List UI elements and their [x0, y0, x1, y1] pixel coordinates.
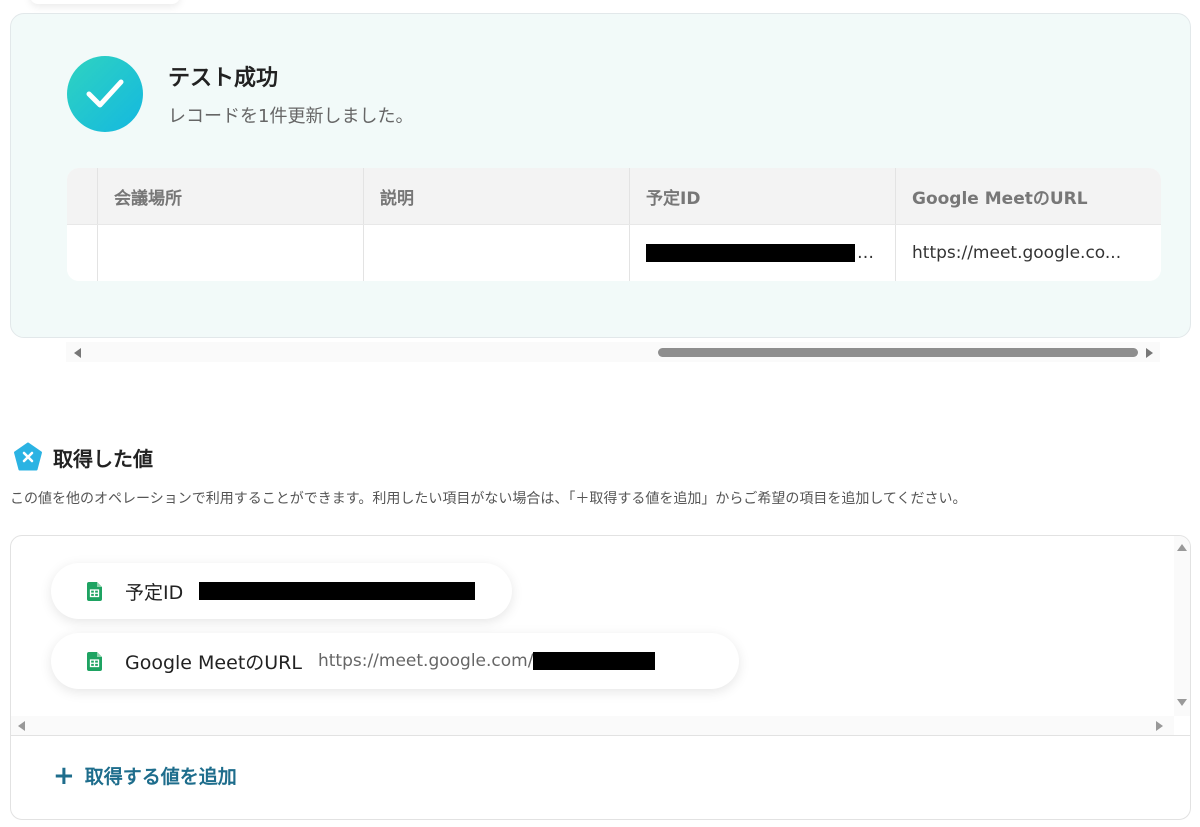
- table-cell: [98, 225, 364, 281]
- table-horizontal-scrollbar[interactable]: [66, 342, 1160, 362]
- redacted-block: [199, 582, 476, 600]
- scroll-left-arrow-icon[interactable]: [74, 348, 81, 358]
- table-header-cell: [67, 168, 98, 224]
- table-header-cell: 予定ID: [630, 168, 896, 224]
- panel-divider: [11, 735, 1190, 736]
- table-header-cell: 会議場所: [98, 168, 364, 224]
- obtained-values-description: この値を他のオペレーションで利用することができます。利用したい項目がない場合は、…: [10, 491, 967, 507]
- table-cell-meet-url: https://meet.google.co...: [912, 243, 1122, 263]
- test-success-panel: テスト成功 レコードを1件更新しました。 会議場所 説明 予定ID Google…: [10, 13, 1191, 338]
- redacted-block: [646, 244, 855, 262]
- table-cell-event-id: …: [630, 225, 896, 281]
- value-item-meet-url[interactable]: Google MeetのURL https://meet.google.com/: [51, 633, 739, 689]
- scroll-right-arrow-icon[interactable]: [1146, 348, 1153, 358]
- scroll-down-arrow-icon[interactable]: [1177, 699, 1187, 706]
- value-item-event-id[interactable]: 予定ID: [51, 563, 512, 619]
- table-cell: [67, 225, 98, 281]
- value-item-text: https://meet.google.com/: [317, 651, 534, 671]
- success-message: レコードを1件更新しました。: [168, 106, 414, 127]
- table-header-cell: Google MeetのURL: [912, 188, 1088, 209]
- google-sheets-icon: [87, 651, 102, 671]
- success-check-icon: [67, 56, 143, 132]
- value-item-value: [199, 582, 476, 600]
- table-header-cell: 説明: [364, 168, 630, 224]
- values-list: 予定ID Google MeetのURL https://meet.google…: [11, 536, 1190, 735]
- values-vertical-scrollbar[interactable]: [1174, 536, 1190, 716]
- value-item-value: https://meet.google.com/: [318, 651, 656, 671]
- plus-icon: +: [53, 760, 75, 791]
- add-obtained-value-button[interactable]: + 取得する値を追加: [53, 762, 237, 789]
- value-item-label: Google MeetのURL: [125, 651, 302, 674]
- scroll-up-arrow-icon[interactable]: [1177, 544, 1187, 551]
- scroll-left-arrow-icon[interactable]: [18, 721, 25, 731]
- result-table: 会議場所 説明 予定ID Google MeetのURL … https://m…: [67, 168, 1161, 281]
- previous-card-edge: [30, 0, 180, 4]
- scrollbar-thumb[interactable]: [658, 348, 1138, 357]
- values-horizontal-scrollbar[interactable]: [11, 716, 1174, 735]
- table-cell: [364, 225, 630, 281]
- table-row: … https://meet.google.co...: [67, 224, 1161, 281]
- add-button-label: 取得する値を追加: [84, 766, 237, 788]
- redacted-block: [533, 652, 656, 670]
- obtained-values-panel: 予定ID Google MeetのURL https://meet.google…: [10, 535, 1191, 820]
- obtained-values-title: 取得した値: [53, 447, 153, 471]
- success-title: テスト成功: [168, 66, 279, 91]
- scroll-right-arrow-icon[interactable]: [1156, 721, 1163, 731]
- google-sheets-icon: [87, 581, 102, 601]
- table-header-row: 会議場所 説明 予定ID Google MeetのURL: [67, 168, 1161, 224]
- value-item-label: 予定ID: [125, 581, 184, 604]
- variable-x-icon: [14, 442, 42, 471]
- truncation-ellipsis: …: [857, 243, 874, 263]
